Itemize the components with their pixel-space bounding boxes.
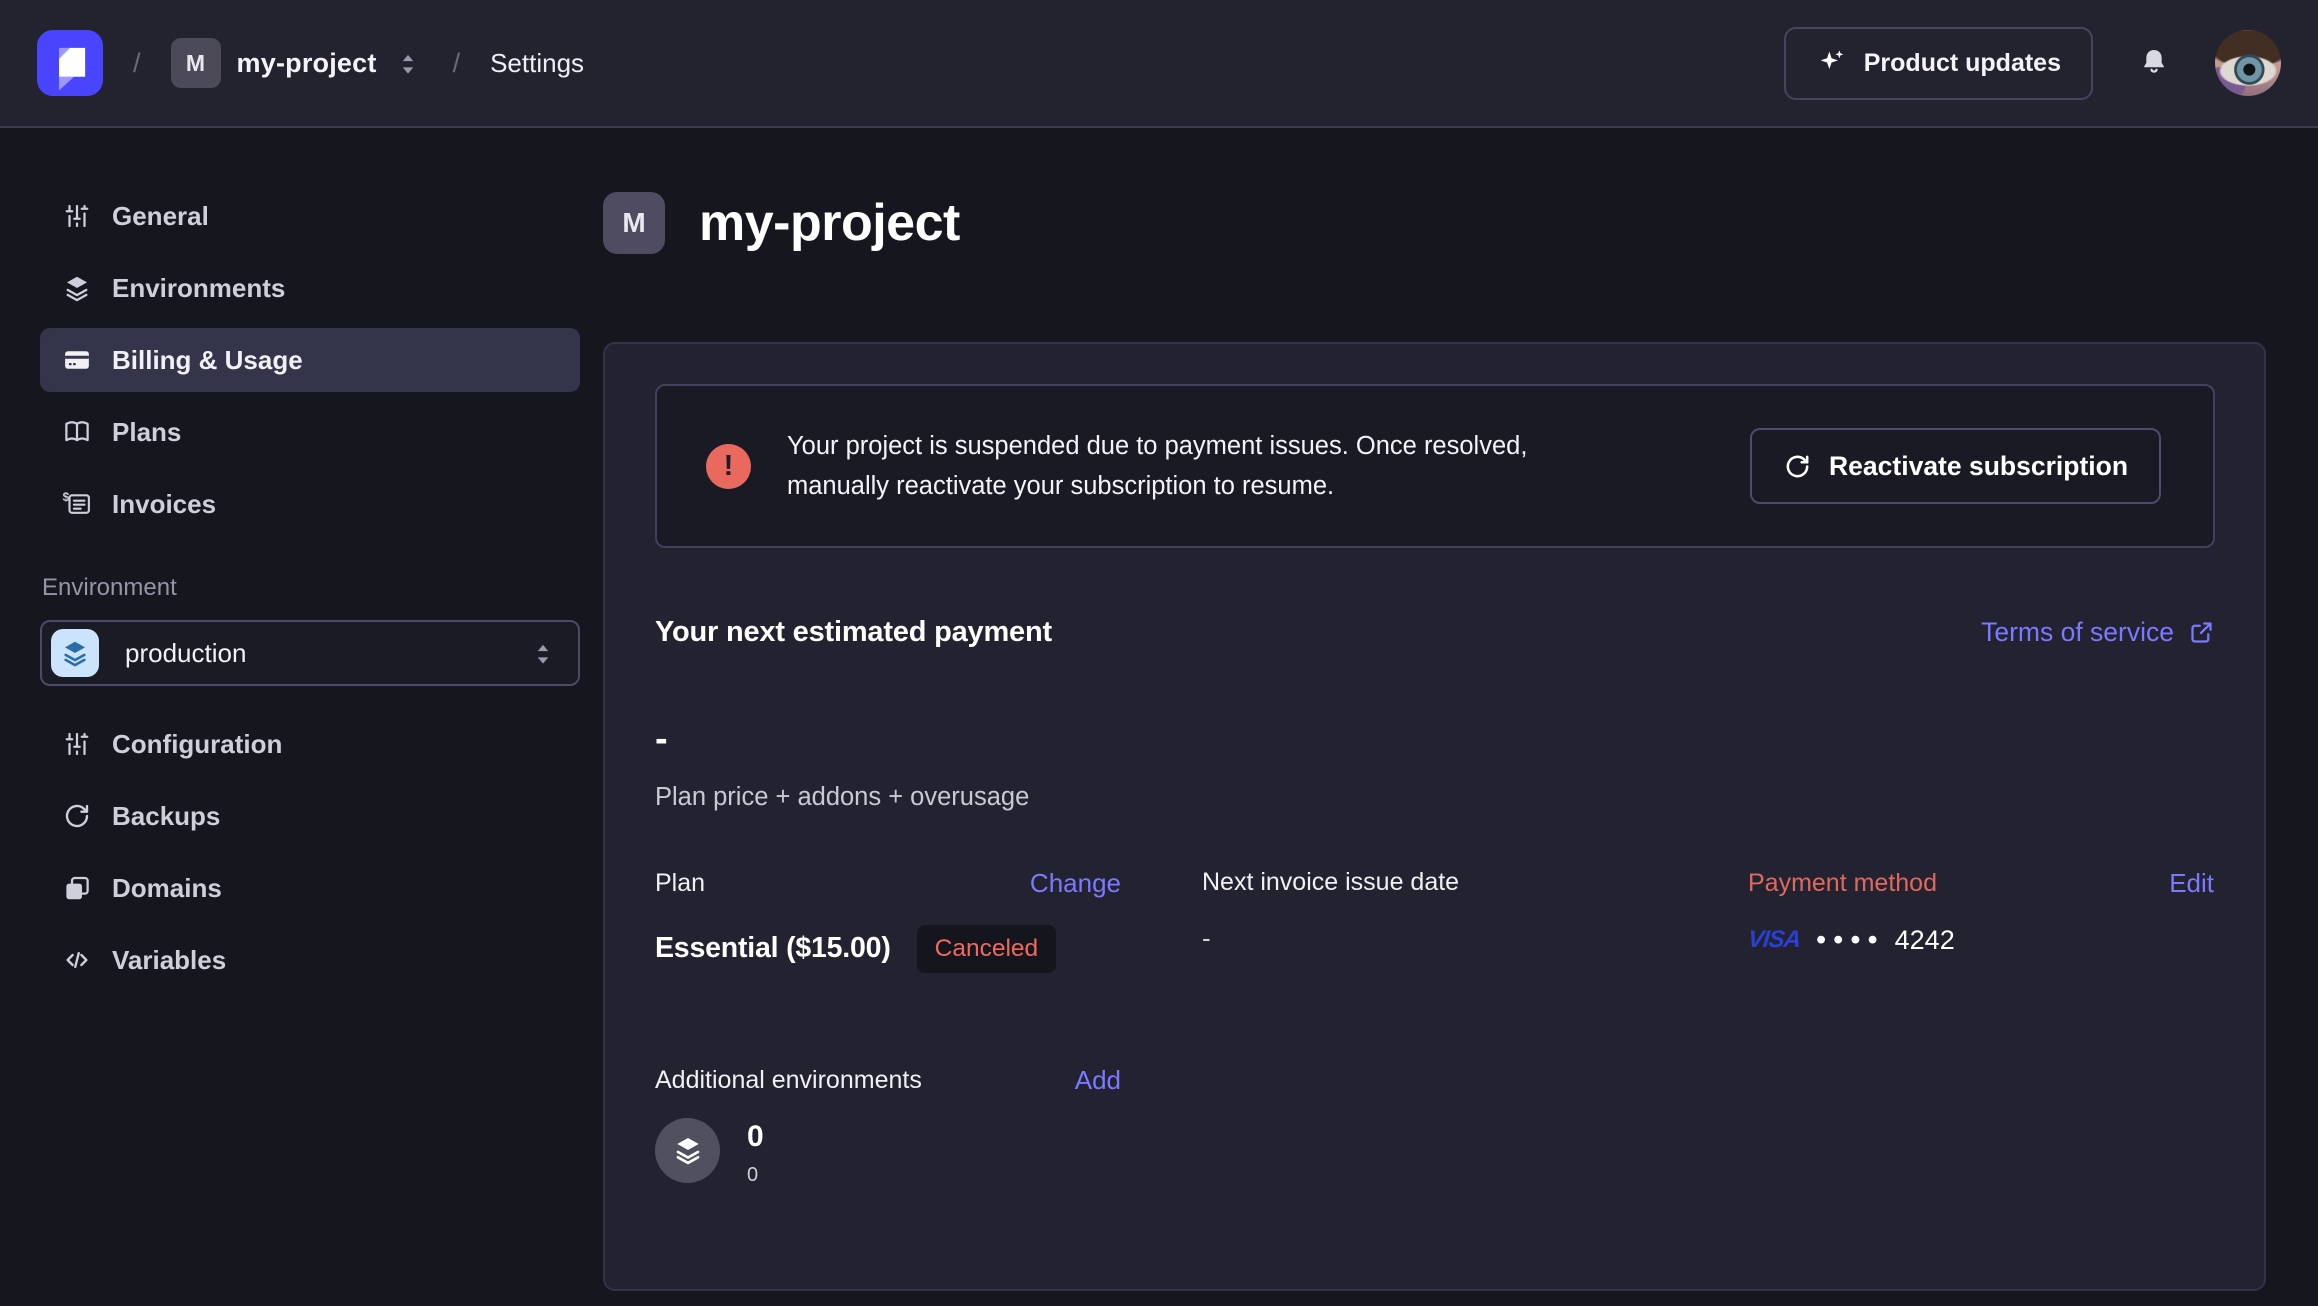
environments-count: 0: [747, 1120, 764, 1154]
strapi-logo[interactable]: [37, 30, 103, 96]
terms-of-service-link[interactable]: Terms of service: [1981, 617, 2215, 648]
product-updates-label: Product updates: [1864, 49, 2061, 78]
breadcrumb-separator: /: [133, 48, 141, 79]
sidebar-item-label: Domains: [112, 873, 222, 904]
sidebar-item-domains[interactable]: Domains: [40, 856, 580, 920]
next-invoice-label: Next invoice issue date: [1202, 868, 1459, 897]
code-icon: [62, 945, 92, 975]
sliders-icon: [62, 729, 92, 759]
environment-section-label: Environment: [42, 574, 580, 602]
sidebar-item-configuration[interactable]: Configuration: [40, 712, 580, 776]
layers-icon: [60, 638, 90, 668]
suspension-alert-text: Your project is suspended due to payment…: [787, 426, 1527, 506]
estimated-payment-amount: -: [655, 719, 2215, 761]
chevron-up-down-icon: [528, 638, 558, 668]
breadcrumb-project-name: my-project: [237, 48, 377, 79]
sidebar-item-billing-usage[interactable]: Billing & Usage: [40, 328, 580, 392]
breadcrumb-separator: /: [453, 48, 461, 79]
sliders-icon: [62, 201, 92, 231]
app-root: / M my-project / Settings Product update…: [0, 0, 2318, 1306]
suspension-alert: ! Your project is suspended due to payme…: [655, 384, 2215, 548]
environment-nav: Configuration Backups Domains: [40, 712, 580, 992]
plan-name: Essential ($15.00): [655, 932, 891, 965]
layers-icon: [672, 1134, 704, 1166]
sidebar-item-label: Invoices: [112, 489, 216, 520]
layers-icon: [62, 273, 92, 303]
sidebar-item-label: Variables: [112, 945, 226, 976]
sidebar-item-plans[interactable]: Plans: [40, 400, 580, 464]
rotate-cw-icon: [1783, 452, 1812, 481]
visa-logo: VISA: [1747, 926, 1802, 954]
rotate-cw-icon: [62, 801, 92, 831]
sidebar-item-label: Billing & Usage: [112, 345, 303, 376]
edit-payment-method-link[interactable]: Edit: [2169, 868, 2214, 899]
sidebar-item-general[interactable]: General: [40, 184, 580, 248]
sidebar-item-backups[interactable]: Backups: [40, 784, 580, 848]
sparkles-icon: [1816, 47, 1848, 79]
sidebar-item-label: General: [112, 201, 209, 232]
additional-environments-label: Additional environments: [655, 1066, 922, 1095]
product-updates-button[interactable]: Product updates: [1784, 27, 2093, 100]
reactivate-subscription-button[interactable]: Reactivate subscription: [1750, 428, 2161, 504]
environments-count-block: 0 0: [747, 1118, 764, 1187]
project-initial-badge: M: [171, 38, 221, 88]
next-payment-heading: Your next estimated payment: [655, 616, 1052, 649]
chevron-up-down-icon: [393, 48, 423, 78]
payment-method-column: Payment method Edit VISA •••• 4242: [1748, 868, 2215, 973]
plan-column: Plan Change Essential ($15.00) Canceled: [655, 868, 1202, 973]
exclamation-circle-icon: !: [706, 444, 751, 489]
environment-badge: [51, 629, 99, 677]
invoice-column: Next invoice issue date -: [1202, 868, 1748, 973]
sidebar-item-label: Environments: [112, 273, 285, 304]
project-initial-badge-large: M: [603, 192, 665, 254]
payment-method-label: Payment method: [1748, 869, 1937, 898]
reactivate-subscription-label: Reactivate subscription: [1829, 451, 2128, 482]
billing-card: ! Your project is suspended due to payme…: [603, 342, 2266, 1291]
stack-icon: [62, 873, 92, 903]
sidebar-item-label: Plans: [112, 417, 181, 448]
sidebar-item-label: Configuration: [112, 729, 282, 760]
card-number-dots: ••••: [1816, 926, 1885, 955]
main-panel: M my-project ! Your project is suspended…: [603, 128, 2318, 1306]
payment-formula: Plan price + addons + overusage: [655, 783, 2215, 812]
external-link-icon: [2188, 619, 2215, 646]
receipt-icon: $: [62, 489, 92, 519]
payment-heading-row: Your next estimated payment Terms of ser…: [655, 616, 2215, 649]
top-navbar: / M my-project / Settings Product update…: [0, 0, 2318, 128]
additional-environments-section: Additional environments Add 0: [655, 1065, 2215, 1187]
sidebar-item-invoices[interactable]: $ Invoices: [40, 472, 580, 536]
sidebar-item-label: Backups: [112, 801, 220, 832]
breadcrumb-project-selector[interactable]: M my-project: [171, 38, 423, 88]
change-plan-link[interactable]: Change: [1030, 868, 1121, 899]
breadcrumb-settings[interactable]: Settings: [490, 48, 584, 79]
environments-count-badge: [655, 1118, 720, 1183]
content-area: General Environments Billing & Usage: [0, 128, 2318, 1306]
next-invoice-value: -: [1202, 923, 1211, 954]
billing-details-grid: Plan Change Essential ($15.00) Canceled …: [655, 868, 2215, 973]
page-title: my-project: [699, 193, 960, 253]
strapi-logo-glyph: [37, 30, 103, 96]
environment-select[interactable]: production: [40, 620, 580, 686]
sidebar-item-variables[interactable]: Variables: [40, 928, 580, 992]
notifications-button[interactable]: [2137, 46, 2171, 80]
user-avatar[interactable]: [2215, 30, 2281, 96]
environments-subcount: 0: [747, 1164, 764, 1187]
card-last4: 4242: [1895, 925, 1955, 956]
environment-select-value: production: [125, 638, 502, 669]
add-environment-link[interactable]: Add: [1075, 1065, 1121, 1096]
bell-icon: [2137, 46, 2171, 80]
credit-card-icon: [62, 345, 92, 375]
book-icon: [62, 417, 92, 447]
page-heading: M my-project: [603, 192, 2266, 254]
plan-label: Plan: [655, 869, 705, 898]
plan-status-badge: Canceled: [917, 925, 1057, 973]
navbar-actions: Product updates: [1784, 27, 2281, 100]
sidebar-item-environments[interactable]: Environments: [40, 256, 580, 320]
sidebar: General Environments Billing & Usage: [0, 128, 603, 1306]
